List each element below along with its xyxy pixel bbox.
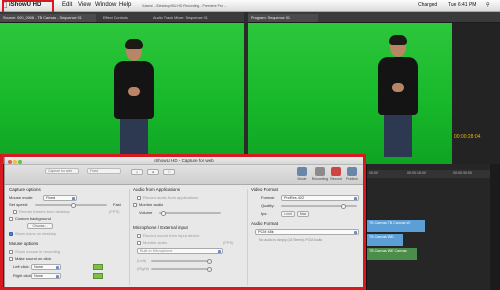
timecode: 00:00:28:04 xyxy=(454,134,481,140)
video-clip[interactable]: TB Canvas WE. xyxy=(367,234,403,246)
window-path: /Users/.../Desktop/iSU.HD Recording - Pr… xyxy=(142,4,227,8)
timeline-panel[interactable]: 00:00 00:00:15:00 00:00:30:00 TB Canvas … xyxy=(366,164,500,290)
ruler-tick: 00:00:30:00 xyxy=(453,171,472,175)
source-monitor[interactable] xyxy=(0,23,244,164)
source-panel-tabs: Source: 000_0008 - TB Canvas - Sequence … xyxy=(0,12,244,23)
right-side-panel: 00:00:28:04 xyxy=(452,23,500,164)
presenter-figure xyxy=(374,35,422,157)
program-monitor[interactable] xyxy=(248,23,452,164)
presenter-figure xyxy=(110,39,158,161)
tab-audio-mixer[interactable]: Audio Track Mixer: Sequence 01 xyxy=(150,14,240,22)
tab-effect-controls[interactable]: Effect Controls xyxy=(100,14,146,22)
timeline-scrollbar[interactable] xyxy=(490,164,500,290)
side-panel-tabs xyxy=(452,12,500,23)
menubar:  iShowU HD Edit View Window Help /Users… xyxy=(0,0,500,12)
dialog-highlight xyxy=(0,154,366,290)
menu-window[interactable]: Window xyxy=(95,1,116,10)
tab-program[interactable]: Program: Sequence 01 xyxy=(248,14,318,22)
program-panel-tabs: Program: Sequence 01 xyxy=(248,12,452,23)
menu-view[interactable]: View xyxy=(78,1,91,10)
menu-edit[interactable]: Edit xyxy=(62,1,72,10)
audio-clip[interactable]: TB Canvas WE Canvas xyxy=(367,248,417,260)
timeline-ruler: 00:00 00:00:15:00 00:00:30:00 xyxy=(367,170,500,178)
battery-status[interactable]: Charged xyxy=(418,1,437,10)
menu-help[interactable]: Help xyxy=(119,1,131,10)
spotlight-icon[interactable]: ⚲ xyxy=(486,1,490,10)
video-clip[interactable]: TB Canvas TB Canvas W. xyxy=(367,220,425,232)
clock[interactable]: Tue 6:41 PM xyxy=(448,1,476,10)
ruler-tick: 00:00:15:00 xyxy=(407,171,426,175)
tab-source[interactable]: Source: 000_0008 - TB Canvas - Sequence … xyxy=(0,14,96,22)
ruler-tick: 00:00 xyxy=(369,171,378,175)
